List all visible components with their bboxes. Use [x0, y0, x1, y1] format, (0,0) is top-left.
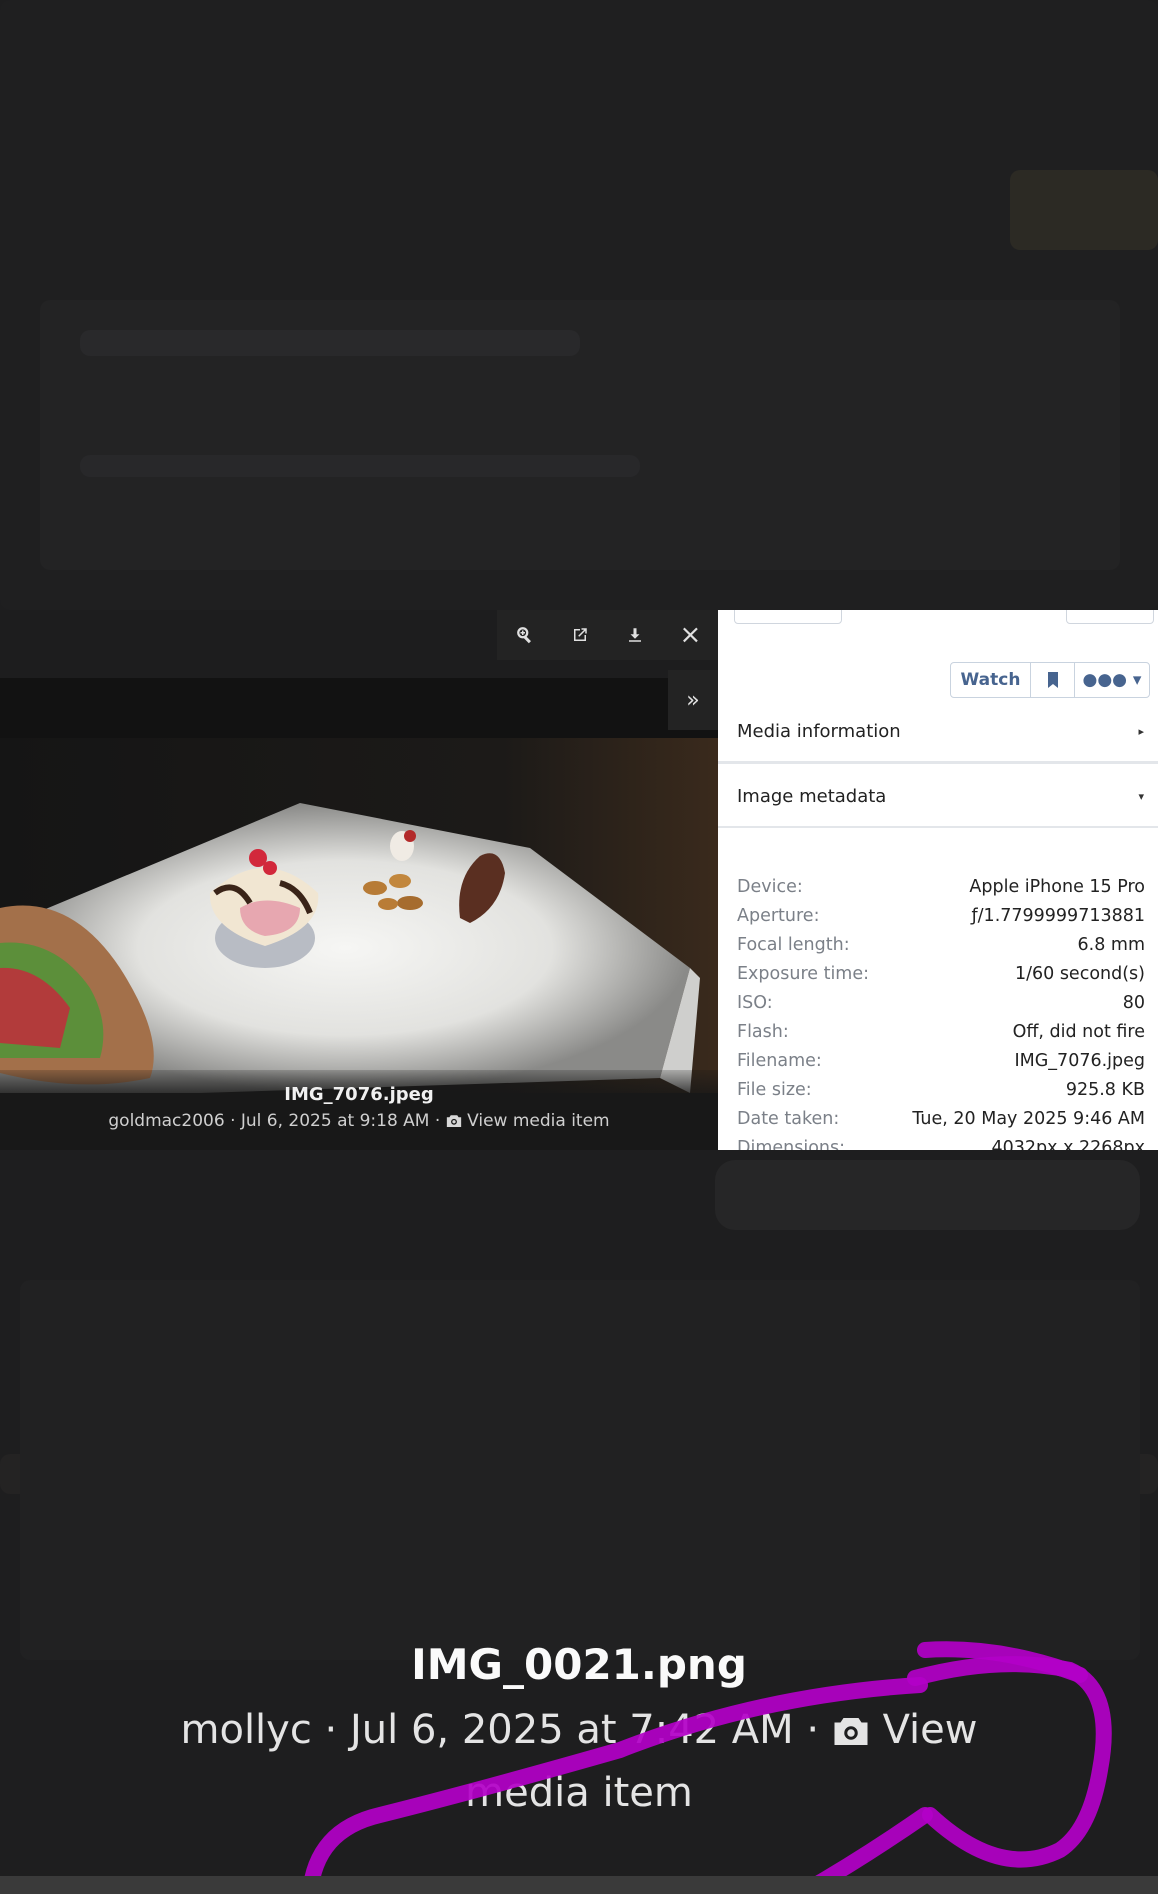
metadata-key: Dimensions: — [737, 1137, 846, 1151]
metadata-key: Date taken: — [737, 1108, 840, 1129]
metadata-key: Filename: — [737, 1050, 822, 1071]
metadata-row: Filename: IMG_7076.jpeg — [737, 1046, 1145, 1075]
download-icon — [629, 628, 642, 642]
action-button-group: Watch ●●● ▾ — [950, 662, 1150, 698]
caret-down-icon: ▾ — [1138, 789, 1144, 803]
metadata-value: 6.8 mm — [1077, 934, 1146, 955]
camera-icon — [446, 1112, 462, 1127]
caption-filename: IMG_7076.jpeg — [284, 1084, 434, 1105]
more-options-button[interactable]: ●●● ▾ — [1075, 663, 1149, 697]
attachment-date: Jul 6, 2025 at 7:42 AM — [349, 1707, 794, 1753]
metadata-row: ISO: 80 — [737, 988, 1145, 1017]
close-icon: × — [679, 620, 702, 650]
attachment-meta: mollyc · Jul 6, 2025 at 7:42 AM · View m… — [0, 1699, 1158, 1825]
metadata-key: ISO: — [737, 992, 773, 1013]
image-metadata-toggle[interactable]: Image metadata ▾ — [718, 766, 1158, 828]
background-text-bar — [80, 455, 640, 477]
expand-panel-button[interactable]: » — [668, 670, 718, 730]
media-information-label: Media information — [737, 721, 901, 742]
metadata-value: 925.8 KB — [1065, 1079, 1145, 1100]
metadata-value: 80 — [1122, 992, 1145, 1013]
metadata-row: Aperture: ƒ/1.7799999713881 — [737, 901, 1145, 930]
watch-button[interactable]: Watch — [951, 663, 1031, 697]
caption-author[interactable]: goldmac2006 — [108, 1111, 224, 1131]
bookmark-icon — [1047, 672, 1058, 688]
background-lower-card — [20, 1280, 1140, 1660]
metadata-value: Apple iPhone 15 Pro — [969, 876, 1145, 897]
metadata-row: Exposure time: 1/60 second(s) — [737, 959, 1145, 988]
metadata-key: Aperture: — [737, 905, 820, 926]
attachment-view-link-part2[interactable]: media item — [465, 1770, 693, 1816]
metadata-list: Device: Apple iPhone 15 Pro Aperture: ƒ/1.… — [737, 872, 1145, 1151]
attachment-filename: IMG_0021.png — [411, 1640, 747, 1689]
background-button — [1010, 170, 1158, 250]
media-information-toggle[interactable]: Media information ▸ — [718, 702, 1158, 764]
info-panel: Watch ●●● ▾ Media information ▸ Image me… — [718, 610, 1158, 1150]
double-chevron-right-icon: » — [686, 687, 700, 713]
viewer-caption: IMG_7076.jpeg goldmac2006 · Jul 6, 2025 … — [0, 1070, 718, 1150]
image-viewer: × » IMG_7076.jpeg goldmac2006 · Jul 6, 2… — [0, 610, 718, 1150]
bottom-bar — [0, 1876, 1158, 1894]
bookmark-button[interactable] — [1031, 663, 1075, 697]
metadata-row: Flash: Off, did not fire — [737, 1017, 1145, 1046]
metadata-key: Focal length: — [737, 934, 850, 955]
metadata-value: Off, did not fire — [1012, 1021, 1145, 1042]
metadata-key: Device: — [737, 876, 803, 897]
caret-right-icon: ▸ — [1138, 725, 1144, 738]
metadata-row: Date taken: Tue, 20 May 2025 9:46 AM — [737, 1104, 1145, 1133]
open-external-icon — [573, 628, 587, 641]
download-button[interactable] — [618, 618, 652, 652]
background-pill — [715, 1160, 1140, 1230]
photo-dessert-sculptures[interactable] — [0, 678, 718, 1093]
image-metadata-label: Image metadata — [737, 785, 887, 807]
view-media-item-link[interactable]: View media item — [467, 1111, 610, 1131]
like-button[interactable] — [1066, 610, 1154, 624]
metadata-row: Dimensions: 4032px x 2268px — [737, 1133, 1145, 1151]
zoom-in-icon — [516, 627, 531, 644]
metadata-value: 4032px x 2268px — [991, 1137, 1145, 1151]
metadata-value: IMG_7076.jpeg — [1014, 1050, 1145, 1071]
background-text-bar — [80, 330, 580, 356]
attachment-view-link-part1[interactable]: View — [883, 1707, 978, 1753]
report-button[interactable] — [734, 610, 842, 624]
metadata-row: Device: Apple iPhone 15 Pro — [737, 872, 1145, 901]
metadata-row: Focal length: 6.8 mm — [737, 930, 1145, 959]
open-original-button[interactable] — [563, 618, 597, 652]
caption-meta: goldmac2006 · Jul 6, 2025 at 9:18 AM · V… — [108, 1111, 610, 1131]
caption-date: Jul 6, 2025 at 9:18 AM — [240, 1111, 430, 1131]
zoom-button[interactable] — [508, 618, 542, 652]
viewer-toolbar: × — [497, 610, 718, 660]
metadata-key: File size: — [737, 1079, 812, 1100]
metadata-value: ƒ/1.7799999713881 — [971, 905, 1146, 926]
lightbox: × » IMG_7076.jpeg goldmac2006 · Jul 6, 2… — [0, 610, 1158, 1150]
metadata-row: File size: 925.8 KB — [737, 1075, 1145, 1104]
attachment-author[interactable]: mollyc — [181, 1707, 312, 1753]
metadata-key: Exposure time: — [737, 963, 870, 984]
attachment-caption: IMG_0021.png mollyc · Jul 6, 2025 at 7:4… — [0, 1640, 1158, 1825]
close-button[interactable]: × — [673, 618, 707, 652]
camera-icon — [832, 1701, 870, 1745]
metadata-key: Flash: — [737, 1021, 789, 1042]
metadata-value: 1/60 second(s) — [1014, 963, 1145, 984]
metadata-value: Tue, 20 May 2025 9:46 AM — [912, 1108, 1145, 1129]
